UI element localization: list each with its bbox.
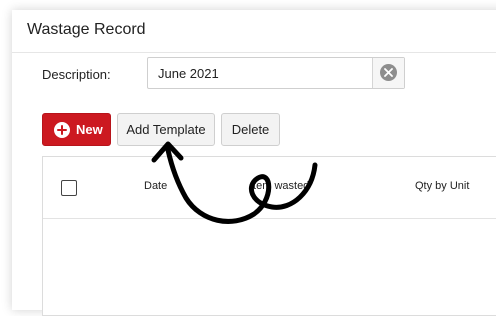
delete-button[interactable]: Delete: [221, 113, 280, 146]
clear-icon[interactable]: [380, 64, 397, 81]
panel-title: Wastage Record: [27, 21, 146, 38]
description-label: Description:: [42, 67, 111, 82]
column-header-item-wasted[interactable]: Item wasted: [250, 180, 309, 192]
column-header-date[interactable]: Date: [144, 180, 167, 192]
column-header-qty-by-unit[interactable]: Qty by Unit: [415, 180, 469, 192]
description-input[interactable]: June 2021: [147, 57, 405, 89]
add-template-button[interactable]: Add Template: [117, 113, 215, 146]
grid-header: Date Item wasted Qty by Unit: [43, 157, 496, 219]
wastage-record-panel: Wastage Record Description: June 2021 Ne…: [12, 10, 496, 316]
panel-header: Wastage Record: [12, 10, 496, 53]
clear-button[interactable]: [372, 58, 404, 88]
new-button[interactable]: New: [42, 113, 111, 146]
wastage-grid: Date Item wasted Qty by Unit: [42, 156, 496, 316]
description-value[interactable]: June 2021: [158, 66, 219, 81]
new-button-label: New: [76, 122, 103, 137]
select-all-checkbox[interactable]: [61, 180, 77, 196]
plus-circle-icon: [54, 122, 70, 138]
